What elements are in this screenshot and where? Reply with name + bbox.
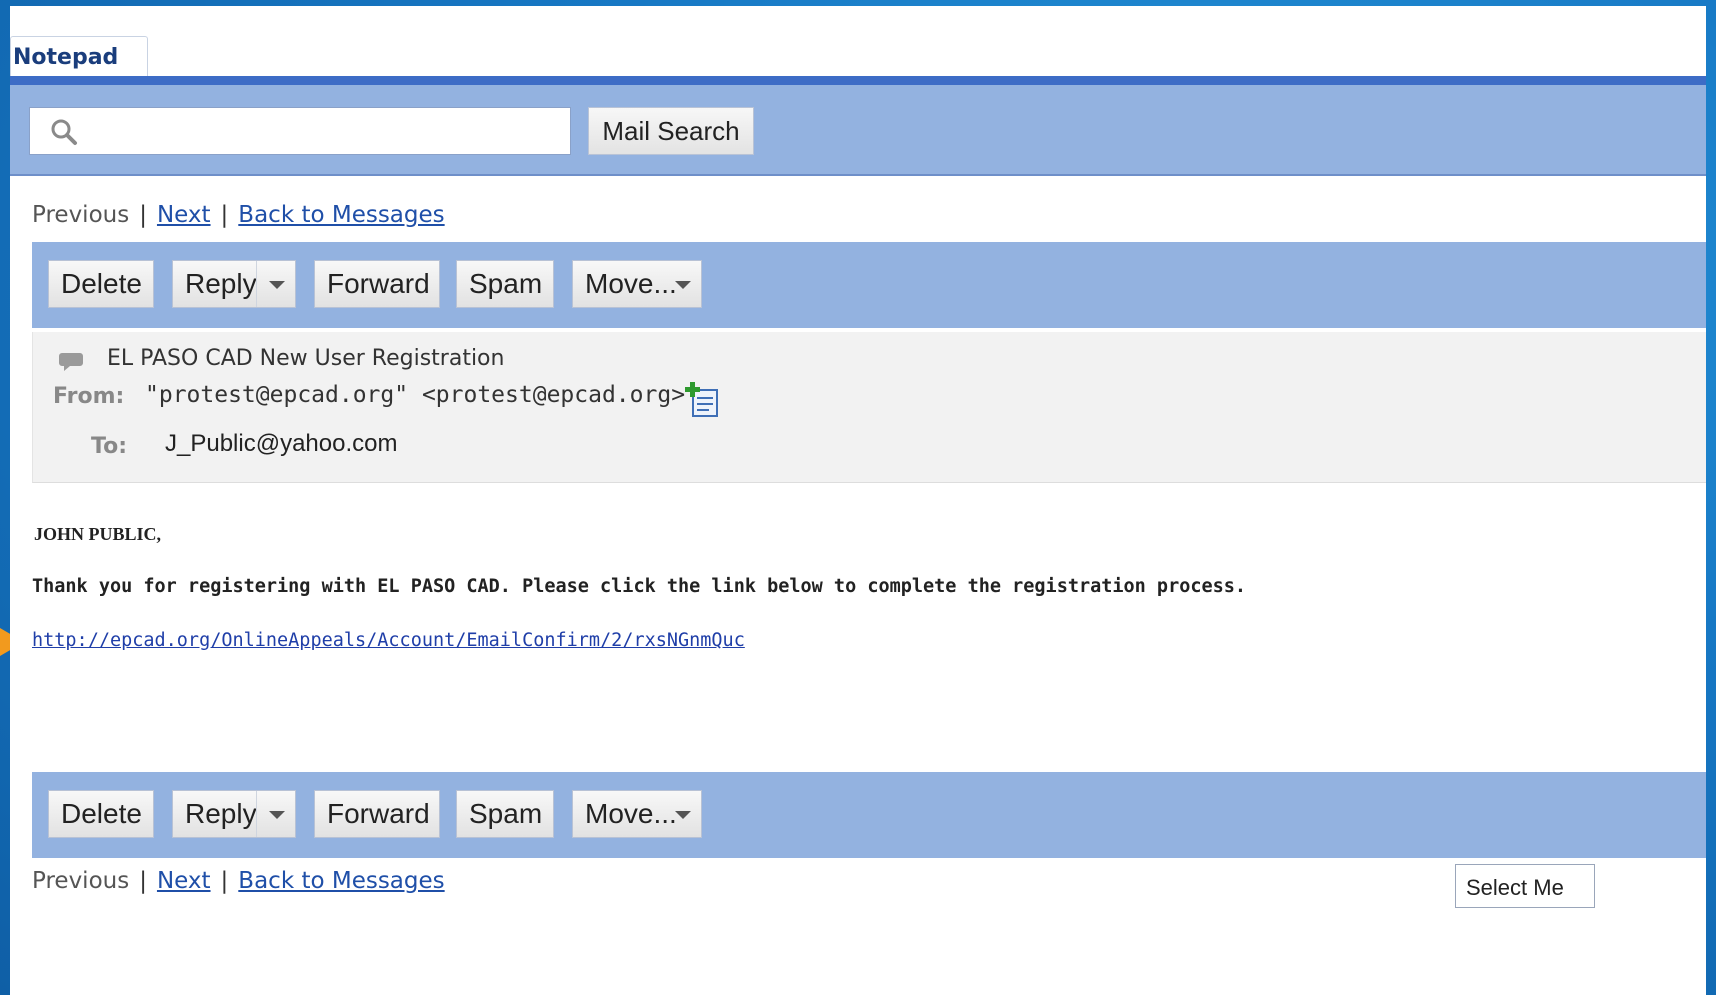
add-contact-icon[interactable] bbox=[685, 380, 721, 418]
move-dropdown[interactable] bbox=[663, 261, 701, 307]
reply-button[interactable]: Reply bbox=[172, 260, 296, 308]
mail-search-button[interactable]: Mail Search bbox=[588, 107, 754, 155]
delete-button[interactable]: Delete bbox=[48, 790, 154, 838]
search-icon bbox=[51, 119, 77, 145]
from-label: From: bbox=[53, 384, 125, 409]
confirmation-link[interactable]: http://epcad.org/OnlineAppeals/Account/E… bbox=[32, 630, 894, 651]
mail-window: Notepad Mail Search Previous | Next | Back t… bbox=[10, 6, 1706, 995]
spam-button[interactable]: Spam bbox=[456, 260, 554, 308]
spam-label: Spam bbox=[469, 798, 543, 829]
nav-back-to-messages-link[interactable]: Back to Messages bbox=[238, 868, 444, 894]
forward-button[interactable]: Forward bbox=[314, 260, 440, 308]
chevron-down-icon bbox=[675, 281, 691, 289]
move-button[interactable]: Move... bbox=[572, 260, 702, 308]
nav-next-link[interactable]: Next bbox=[157, 202, 211, 228]
reply-dropdown[interactable] bbox=[256, 261, 295, 307]
chevron-down-icon bbox=[269, 811, 285, 819]
tab-strip: Notepad bbox=[10, 6, 1706, 76]
message-nav-bottom: Previous | Next | Back to Messages bbox=[32, 868, 445, 894]
delete-button[interactable]: Delete bbox=[48, 260, 154, 308]
spam-label: Spam bbox=[469, 268, 543, 299]
chevron-down-icon bbox=[269, 281, 285, 289]
forward-label: Forward bbox=[327, 268, 430, 299]
forward-label: Forward bbox=[327, 798, 430, 829]
nav-previous: Previous bbox=[32, 868, 130, 894]
nav-previous: Previous bbox=[32, 202, 130, 228]
reply-label: Reply bbox=[185, 798, 257, 829]
to-label: To: bbox=[91, 434, 127, 459]
move-button[interactable]: Move... bbox=[572, 790, 702, 838]
message-body-text: Thank you for registering with EL PASO C… bbox=[32, 576, 1247, 597]
nav-separator: | bbox=[139, 868, 147, 894]
nav-next-link[interactable]: Next bbox=[157, 868, 211, 894]
nav-separator: | bbox=[139, 202, 147, 228]
forward-button[interactable]: Forward bbox=[314, 790, 440, 838]
message-subject: EL PASO CAD New User Registration bbox=[107, 346, 505, 371]
select-dropdown[interactable]: Select Me bbox=[1455, 864, 1595, 908]
conversation-icon bbox=[59, 353, 83, 371]
tab-notepad[interactable]: Notepad bbox=[10, 36, 148, 76]
spam-button[interactable]: Spam bbox=[456, 790, 554, 838]
delete-label: Delete bbox=[61, 268, 142, 299]
chevron-down-icon bbox=[675, 811, 691, 819]
nav-back-to-messages-link[interactable]: Back to Messages bbox=[238, 202, 444, 228]
message-toolbar-top: Delete Reply Forward Spam Move... bbox=[32, 242, 1706, 328]
search-bar: Mail Search bbox=[10, 76, 1706, 176]
nav-separator: | bbox=[220, 202, 229, 228]
from-address: "protest@epcad.org" <protest@epcad.org> bbox=[145, 382, 686, 408]
message-nav-top: Previous | Next | Back to Messages bbox=[32, 202, 445, 228]
reply-button[interactable]: Reply bbox=[172, 790, 296, 838]
move-dropdown[interactable] bbox=[663, 791, 701, 837]
reply-dropdown[interactable] bbox=[256, 791, 295, 837]
nav-separator: | bbox=[220, 868, 229, 894]
to-address: J_Public@yahoo.com bbox=[165, 430, 398, 457]
search-box[interactable] bbox=[29, 107, 571, 155]
search-input[interactable] bbox=[90, 114, 564, 150]
delete-label: Delete bbox=[61, 798, 142, 829]
message-greeting: JOHN PUBLIC, bbox=[34, 524, 162, 544]
message-header: EL PASO CAD New User Registration From: … bbox=[32, 332, 1706, 483]
message-toolbar-bottom: Delete Reply Forward Spam Move... bbox=[32, 772, 1706, 858]
reply-label: Reply bbox=[185, 268, 257, 299]
